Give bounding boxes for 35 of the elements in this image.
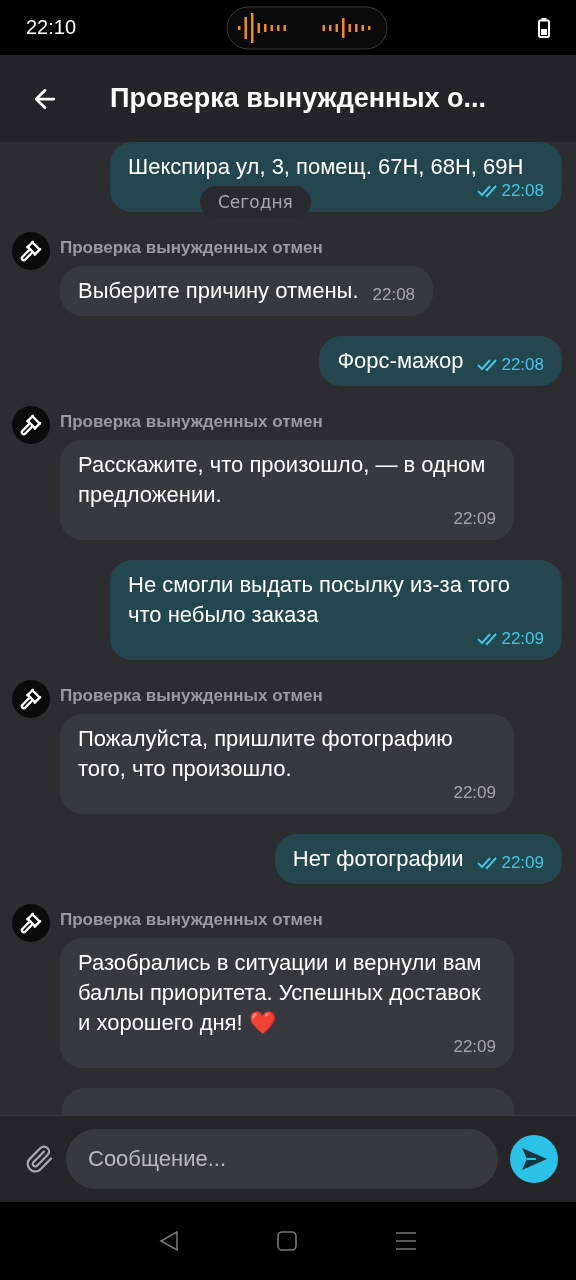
message-text: Выберите причину отмены. bbox=[78, 277, 359, 305]
message-time: 22:09 bbox=[501, 854, 544, 872]
message-time: 22:08 bbox=[372, 286, 416, 304]
gavel-icon bbox=[20, 414, 42, 436]
battery-icon bbox=[538, 17, 550, 38]
message-text: Разобрались в ситуации и вернули вам баллы приоритета. Успешных доставок и хорошего дня! ❤ bbox=[78, 949, 483, 1037]
message-time: 22:09 bbox=[453, 1038, 496, 1056]
sender-name: Проверка вынужденных отмен bbox=[60, 910, 324, 930]
message-time: 22:09 bbox=[453, 510, 496, 528]
status-time: 22:10 bbox=[26, 16, 77, 39]
message-text: Форс-мажор bbox=[337, 347, 464, 375]
sender-name: Проверка вынужденных отмен bbox=[60, 238, 324, 258]
message-text: Не смогли выдать посылку из-за того что небыло заказа bbox=[128, 571, 511, 629]
message-text: Нет фотографии bbox=[292, 845, 464, 873]
message-text: Шекспира ул, 3, помещ. 67Н, 68Н, 69Н bbox=[128, 153, 524, 181]
back-nav-icon[interactable] bbox=[159, 1230, 179, 1252]
gavel-icon bbox=[20, 912, 42, 934]
message-time: 22:09 bbox=[501, 630, 544, 648]
message-time: 22:08 bbox=[501, 182, 544, 200]
gavel-icon bbox=[20, 240, 42, 262]
home-nav-icon[interactable] bbox=[277, 1231, 297, 1251]
message-input[interactable]: Сообщение... bbox=[66, 1129, 498, 1189]
sender-name: Проверка вынужденных отмен bbox=[60, 686, 324, 706]
message-time: 22:08 bbox=[501, 356, 544, 374]
sender-name: Проверка вынужденных отмен bbox=[60, 412, 324, 432]
send-button[interactable] bbox=[510, 1135, 558, 1183]
chat-title: Проверка вынужденных о... bbox=[110, 83, 486, 114]
gavel-icon bbox=[20, 688, 42, 710]
send-icon bbox=[520, 1146, 548, 1172]
message-text: Расскажите, что произошло, — в одном предложении. bbox=[78, 451, 487, 509]
message-time: 22:09 bbox=[453, 784, 496, 802]
message-text: Пожалуйста, пришлите фотографию того, что произошло. bbox=[78, 725, 454, 783]
attach-button[interactable] bbox=[24, 1144, 54, 1174]
menu-icon[interactable] bbox=[395, 1231, 417, 1251]
date-badge: Сегодня bbox=[200, 186, 311, 218]
